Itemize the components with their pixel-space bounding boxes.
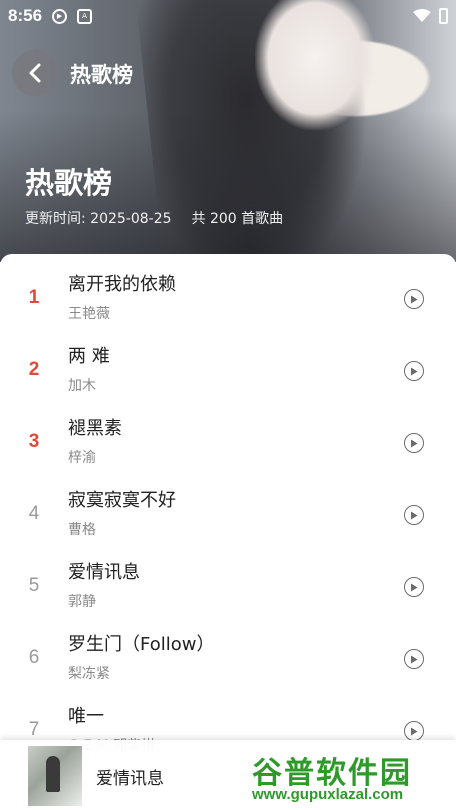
media-play-icon: ▶	[52, 8, 68, 24]
update-time: 更新时间: 2025-08-25	[25, 211, 172, 227]
play-icon[interactable]	[404, 505, 424, 525]
wifi-icon	[413, 9, 431, 22]
chart-meta: 更新时间: 2025-08-25 共 200 首歌曲	[25, 208, 283, 228]
play-icon[interactable]	[404, 649, 424, 669]
watermark: 谷普软件园 www.gupuxlazal.com	[248, 748, 456, 806]
play-icon[interactable]	[404, 577, 424, 597]
song-artist: 梨冻紧	[68, 666, 110, 682]
battery-icon	[439, 8, 448, 24]
album-cover[interactable]	[28, 746, 82, 806]
song-count: 共 200 首歌曲	[191, 211, 284, 227]
song-rank: 6	[28, 647, 40, 668]
song-row-3[interactable]: 3 褪黑素 梓渝	[0, 406, 456, 478]
song-rank: 4	[28, 503, 40, 524]
song-artist: 郭静	[68, 594, 96, 610]
song-row-5[interactable]: 5 爱情讯息 郭静	[0, 550, 456, 622]
song-title: 爱情讯息	[68, 562, 140, 583]
song-title: 褪黑素	[68, 418, 122, 439]
play-icon[interactable]	[404, 289, 424, 309]
song-rank: 3	[28, 431, 40, 452]
song-artist: 梓渝	[68, 450, 96, 466]
nav-title: 热歌榜	[70, 63, 133, 87]
song-list: 1 离开我的依赖 王艳薇 2 两 难 加木 3 褪黑素 梓渝 4 寂寞寂寞不好 …	[0, 254, 456, 810]
play-icon[interactable]	[404, 721, 424, 741]
song-rank: 7	[28, 719, 40, 740]
song-title: 唯一	[68, 706, 104, 727]
play-icon[interactable]	[404, 361, 424, 381]
notification-icon: A	[77, 8, 93, 24]
status-bar: 8:56 ▶ A	[0, 0, 456, 32]
song-row-2[interactable]: 2 两 难 加木	[0, 334, 456, 406]
page-title: 热歌榜	[25, 166, 113, 200]
song-title: 两 难	[68, 346, 110, 367]
song-title: 罗生门（Follow）	[68, 634, 215, 655]
song-rank: 1	[28, 287, 40, 308]
song-rank: 5	[28, 575, 40, 596]
song-title: 离开我的依赖	[68, 274, 176, 295]
status-time: 8:56	[8, 6, 43, 25]
song-rank: 2	[28, 359, 40, 380]
song-title: 寂寞寂寞不好	[68, 490, 176, 511]
song-row-4[interactable]: 4 寂寞寂寞不好 曹格	[0, 478, 456, 550]
back-button[interactable]	[12, 50, 58, 96]
play-icon[interactable]	[404, 433, 424, 453]
song-row-1[interactable]: 1 离开我的依赖 王艳薇	[0, 262, 456, 334]
watermark-url: www.gupuxlazal.com	[252, 786, 404, 803]
song-row-6[interactable]: 6 罗生门（Follow） 梨冻紧	[0, 622, 456, 694]
mini-player-title: 爱情讯息	[96, 769, 164, 789]
song-artist: 王艳薇	[68, 306, 110, 322]
chevron-left-icon	[29, 63, 41, 83]
song-artist: 曹格	[68, 522, 96, 538]
song-artist: 加木	[68, 378, 96, 394]
